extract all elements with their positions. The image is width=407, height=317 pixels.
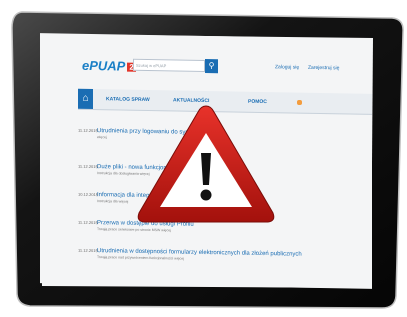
news-date: 11.12.2015	[78, 219, 98, 226]
brand-name: ePUAP	[82, 57, 126, 74]
register-link[interactable]: Zarejestruj się	[308, 65, 339, 72]
search-icon[interactable]: ⚲	[205, 58, 218, 74]
tab-katalog-spraw[interactable]: KATALOG SPRAW	[106, 96, 150, 103]
news-date: 10.12.2015	[78, 191, 99, 198]
home-icon[interactable]: ⌂	[78, 88, 93, 110]
search-input[interactable]: Szukaj w ePUAP	[133, 58, 205, 72]
news-date: 11.12.2015	[78, 127, 98, 134]
login-link[interactable]: Zaloguj się	[275, 64, 299, 70]
news-summary: Trwają prace serwisowe po stronie MSW wi…	[97, 227, 171, 233]
warning-triangle-icon	[137, 105, 275, 223]
news-summary: Trwają prace nad przywróceniem funkcjona…	[97, 255, 185, 261]
scroll-indicator	[297, 100, 302, 105]
list-item[interactable]: 11.12.2015 Utrudnienia w dostępności for…	[78, 247, 318, 261]
brand-logo[interactable]: ePUAP 2	[82, 58, 136, 74]
news-date: 11.12.2015	[78, 163, 98, 170]
news-summary: Instrukcja dla więcej	[97, 199, 129, 204]
news-summary: więcej	[97, 135, 107, 140]
news-date: 11.12.2015	[78, 247, 98, 254]
